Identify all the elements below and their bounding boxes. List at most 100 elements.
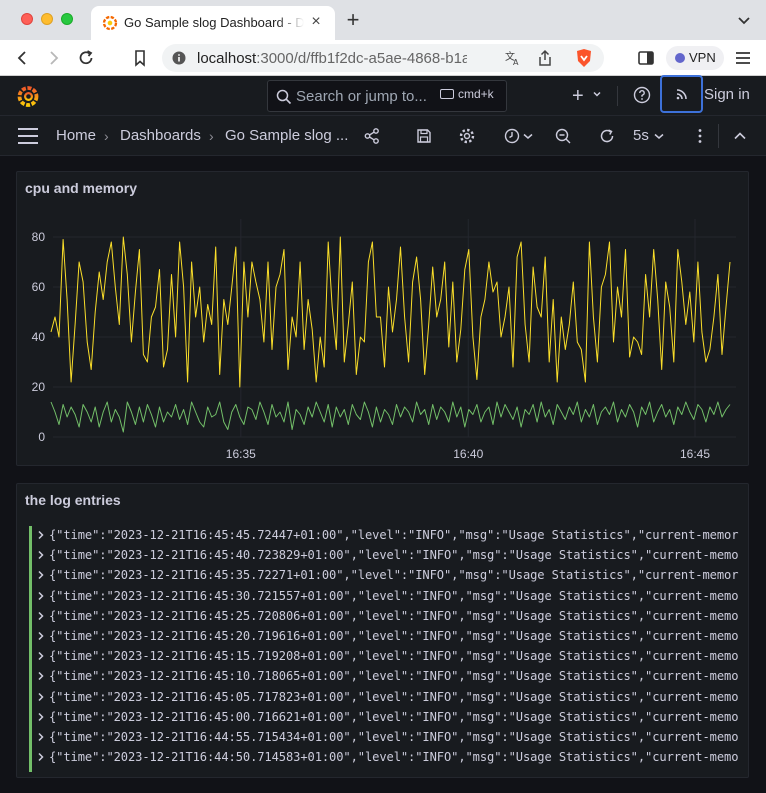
refresh-interval-picker[interactable]: 5s [633,127,649,144]
expand-chevron-right-icon[interactable] [36,712,46,722]
reload-icon[interactable] [76,48,96,68]
expand-chevron-right-icon[interactable] [36,550,46,560]
tab-list-chevron-icon[interactable] [736,12,752,28]
url-text: localhost:3000/d/ffb1f2dc-a5ae-4868-b1ad [197,50,467,67]
breadcrumb-separator-icon: › [104,128,109,144]
zoom-out-icon[interactable] [554,127,572,145]
expand-chevron-right-icon[interactable] [36,631,46,641]
breadcrumb-dashboards[interactable]: Dashboards [120,127,201,144]
keyboard-icon [440,89,454,99]
log-row[interactable]: {"time":"2023-12-21T16:45:05.717823+01:0… [29,687,739,708]
time-picker-clock-icon[interactable] [503,127,521,145]
log-row[interactable]: {"time":"2023-12-21T16:44:55.715434+01:0… [29,727,739,749]
browser-tab-title: Go Sample slog Dashboard - Dashboards - … [124,15,304,30]
log-row[interactable]: {"time":"2023-12-21T16:45:20.719616+01:0… [29,626,739,648]
expand-chevron-right-icon[interactable] [36,732,46,742]
brave-shield-icon[interactable] [575,48,593,68]
grafana-top-nav: Search or jump to... cmd+k + Sign in [0,75,766,116]
browser-tab-strip: Go Sample slog Dashboard - Dashboards - … [0,0,766,40]
expand-chevron-right-icon[interactable] [36,530,46,540]
save-dashboard-icon[interactable] [415,127,433,145]
forward-arrow-icon[interactable] [44,48,64,68]
time-picker-chevron-down-icon[interactable] [522,127,534,145]
log-list: {"time":"2023-12-21T16:45:45.72447+01:00… [29,526,739,773]
log-row[interactable]: {"time":"2023-12-21T16:45:30.721557+01:0… [29,586,739,607]
panel-title: the log entries [25,492,121,508]
share-dashboard-icon[interactable] [363,127,381,145]
log-row[interactable]: {"time":"2023-12-21T16:45:40.723829+01:0… [29,546,739,567]
breadcrumb-home[interactable]: Home [56,127,96,144]
x-tick-label: 16:40 [453,447,483,461]
new-tab-icon[interactable]: + [343,9,363,31]
nav-divider [617,86,618,106]
expand-chevron-right-icon[interactable] [36,591,46,601]
browser-tab-active[interactable]: Go Sample slog Dashboard - Dashboards - … [91,6,335,40]
news-feed-button[interactable] [660,75,703,113]
y-tick-label: 20 [32,380,46,394]
sidebar-toggle-icon[interactable] [636,48,656,68]
log-line-text: {"time":"2023-12-21T16:45:10.718065+01:0… [49,669,739,684]
vpn-button[interactable]: VPN [666,46,724,70]
bookmark-icon[interactable] [130,48,150,68]
back-arrow-icon[interactable] [12,48,32,68]
series-line-green [50,401,731,433]
toolbar-divider [718,124,719,148]
log-line-text: {"time":"2023-12-21T16:44:55.715434+01:0… [49,729,739,744]
cpu-memory-panel[interactable]: cpu and memory 0 20 40 60 80 16:35 16:40 16:45 [16,171,749,466]
x-tick-label: 16:35 [226,447,256,461]
close-tab-icon[interactable]: × [307,13,325,31]
y-tick-label: 0 [38,430,45,444]
y-tick-label: 60 [32,280,46,294]
x-tick-label: 16:45 [680,447,710,461]
log-row[interactable]: {"time":"2023-12-21T16:45:25.720806+01:0… [29,606,739,627]
add-chevron-down-icon[interactable] [592,89,602,99]
log-row[interactable]: {"time":"2023-12-21T16:45:35.72271+01:00… [29,566,739,587]
hamburger-menu-icon[interactable] [18,128,38,144]
log-row[interactable]: {"time":"2023-12-21T16:44:50.714583+01:0… [29,748,739,769]
add-new-icon[interactable]: + [572,86,584,106]
search-input[interactable]: Search or jump to... cmd+k [267,80,507,112]
url-host: localhost [197,50,257,67]
refresh-interval-chevron-down-icon[interactable] [653,127,665,145]
log-entries-panel[interactable]: the log entries {"time":"2023-12-21T16:4… [16,483,749,778]
more-options-kebab-icon[interactable] [691,127,709,145]
log-line-text: {"time":"2023-12-21T16:45:25.720806+01:0… [49,608,739,623]
sign-in-link[interactable]: Sign in [704,86,750,103]
log-row[interactable]: {"time":"2023-12-21T16:45:45.72447+01:00… [29,526,739,547]
translate-icon[interactable]: 文 A [505,50,521,66]
log-line-text: {"time":"2023-12-21T16:45:15.719208+01:0… [49,649,739,664]
help-icon[interactable] [633,86,651,104]
collapse-chevron-up-icon[interactable] [731,127,749,145]
log-line-text: {"time":"2023-12-21T16:45:00.716621+01:0… [49,709,739,724]
log-line-text: {"time":"2023-12-21T16:45:30.721557+01:0… [49,588,739,603]
address-bar[interactable]: localhost:3000/d/ffb1f2dc-a5ae-4868-b1ad… [162,44,604,72]
expand-chevron-right-icon[interactable] [36,611,46,621]
site-info-icon[interactable] [172,51,186,65]
search-placeholder: Search or jump to... [296,88,427,105]
log-line-text: {"time":"2023-12-21T16:45:05.717823+01:0… [49,689,739,704]
share-icon[interactable] [537,49,553,67]
time-series-chart[interactable]: 0 20 40 60 80 16:35 16:40 16:45 [17,172,748,465]
refresh-dashboard-icon[interactable] [598,127,616,145]
url-path: :3000/d/ffb1f2dc-a5ae-4868-b1ad [256,50,467,67]
expand-chevron-right-icon[interactable] [36,752,46,762]
zoom-window-button[interactable] [61,13,73,25]
breadcrumb-separator-icon: › [209,128,214,144]
search-icon [276,89,292,105]
search-shortcut-label: cmd+k [458,87,494,101]
expand-chevron-right-icon[interactable] [36,570,46,580]
settings-gear-icon[interactable] [458,127,476,145]
log-row-partial [29,768,739,773]
log-row[interactable]: {"time":"2023-12-21T16:45:00.716621+01:0… [29,707,739,728]
minimize-window-button[interactable] [41,13,53,25]
log-row[interactable]: {"time":"2023-12-21T16:45:10.718065+01:0… [29,667,739,688]
browser-menu-icon[interactable] [733,48,753,68]
close-window-button[interactable] [21,13,33,25]
expand-chevron-right-icon[interactable] [36,651,46,661]
grafana-logo-icon[interactable] [16,84,40,108]
y-tick-label: 40 [32,330,46,344]
log-row[interactable]: {"time":"2023-12-21T16:45:15.719208+01:0… [29,647,739,668]
expand-chevron-right-icon[interactable] [36,692,46,702]
grafana-favicon-icon [102,15,118,31]
expand-chevron-right-icon[interactable] [36,671,46,681]
